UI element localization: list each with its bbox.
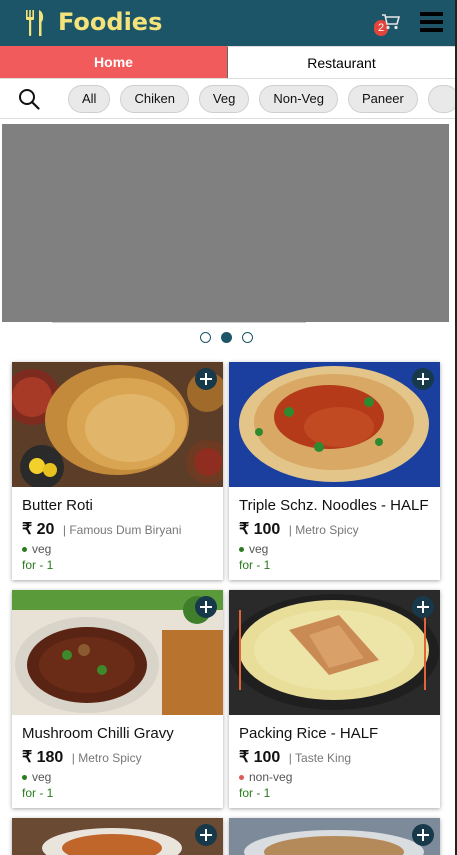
food-price: ₹ 180 bbox=[22, 749, 64, 766]
food-name: Mushroom Chilli Gravy bbox=[22, 725, 174, 742]
veg-dot-icon bbox=[22, 775, 27, 781]
brand-title[interactable]: Foodies bbox=[58, 8, 162, 36]
diet-type: veg bbox=[22, 542, 51, 556]
restaurant-name: | Famous Dum Biryani bbox=[62, 523, 182, 537]
price-row: ₹ 20 | Famous Dum Biryani bbox=[22, 519, 181, 539]
carousel-dot[interactable] bbox=[200, 332, 211, 343]
price-row: ₹ 100 | Metro Spicy bbox=[239, 519, 359, 539]
serves-count: for - 1 bbox=[239, 558, 271, 572]
carousel-dots bbox=[200, 332, 253, 343]
food-image bbox=[229, 590, 440, 715]
cart-icon bbox=[382, 14, 400, 30]
price-row: ₹ 100 | Taste King bbox=[239, 747, 351, 767]
add-to-cart-button[interactable] bbox=[412, 596, 434, 618]
add-to-cart-button[interactable] bbox=[412, 368, 434, 390]
restaurant-name: | Metro Spicy bbox=[71, 751, 142, 765]
restaurant-name: | Metro Spicy bbox=[288, 523, 359, 537]
food-card[interactable]: Triple Schz. Noodles - HALF ₹ 100 | Metr… bbox=[229, 362, 440, 580]
food-name: Butter Roti bbox=[22, 497, 93, 514]
diet-label: veg bbox=[32, 770, 52, 784]
food-price: ₹ 20 bbox=[22, 521, 55, 538]
cart-button[interactable]: 2 bbox=[374, 12, 402, 38]
hamburger-menu-icon[interactable] bbox=[420, 12, 443, 32]
diet-type: non-veg bbox=[239, 770, 292, 784]
chip-paneer[interactable]: Paneer bbox=[347, 85, 418, 113]
food-card[interactable] bbox=[229, 818, 440, 855]
food-name: Triple Schz. Noodles - HALF bbox=[239, 497, 429, 514]
food-card[interactable]: Packing Rice - HALF ₹ 100 | Taste King n… bbox=[229, 590, 440, 808]
veg-dot-icon bbox=[22, 547, 27, 553]
search-icon[interactable] bbox=[18, 88, 40, 110]
diet-label: veg bbox=[249, 542, 269, 556]
food-card[interactable]: Butter Roti ₹ 20 | Famous Dum Biryani ve… bbox=[12, 362, 223, 580]
food-image bbox=[229, 818, 440, 855]
diet-type: veg bbox=[22, 770, 51, 784]
food-name: Packing Rice - HALF bbox=[239, 725, 379, 742]
serves-count: for - 1 bbox=[22, 558, 54, 572]
non-veg-dot-icon bbox=[239, 775, 244, 781]
chip-more[interactable] bbox=[427, 85, 455, 113]
chip-veg[interactable]: Veg bbox=[198, 85, 250, 113]
food-image bbox=[12, 590, 223, 715]
add-to-cart-button[interactable] bbox=[195, 596, 217, 618]
food-image bbox=[12, 362, 223, 487]
food-price: ₹ 100 bbox=[239, 749, 281, 766]
food-image bbox=[229, 362, 440, 487]
carousel-dot-active[interactable] bbox=[221, 332, 232, 343]
food-price: ₹ 100 bbox=[239, 521, 281, 538]
add-to-cart-button[interactable] bbox=[195, 368, 217, 390]
chip-all[interactable]: All bbox=[68, 85, 111, 113]
diet-type: veg bbox=[239, 542, 268, 556]
food-card[interactable] bbox=[12, 818, 223, 855]
diet-label: non-veg bbox=[249, 770, 293, 784]
category-chips: All Chiken Veg Non-Veg Paneer bbox=[68, 85, 455, 113]
app-header: Foodies 2 bbox=[0, 0, 457, 46]
chip-non-veg[interactable]: Non-Veg bbox=[259, 85, 338, 113]
tab-restaurant[interactable]: Restaurant bbox=[227, 46, 455, 78]
diet-label: veg bbox=[32, 542, 52, 556]
restaurant-name: | Taste King bbox=[288, 751, 352, 765]
price-row: ₹ 180 | Metro Spicy bbox=[22, 747, 142, 767]
add-to-cart-button[interactable] bbox=[412, 824, 434, 846]
add-to-cart-button[interactable] bbox=[195, 824, 217, 846]
veg-dot-icon bbox=[239, 547, 244, 553]
food-card[interactable]: Mushroom Chilli Gravy ₹ 180 | Metro Spic… bbox=[12, 590, 223, 808]
fork-knife-icon bbox=[26, 10, 44, 36]
category-filter-bar: All Chiken Veg Non-Veg Paneer bbox=[0, 79, 455, 119]
chip-chiken[interactable]: Chiken bbox=[120, 85, 189, 113]
promo-banner[interactable] bbox=[2, 124, 449, 322]
main-tabs: Home Restaurant bbox=[0, 46, 455, 79]
serves-count: for - 1 bbox=[22, 786, 54, 800]
banner-divider bbox=[52, 322, 306, 323]
tab-home[interactable]: Home bbox=[0, 46, 227, 78]
carousel-dot[interactable] bbox=[242, 332, 253, 343]
food-image bbox=[12, 818, 223, 855]
serves-count: for - 1 bbox=[239, 786, 271, 800]
